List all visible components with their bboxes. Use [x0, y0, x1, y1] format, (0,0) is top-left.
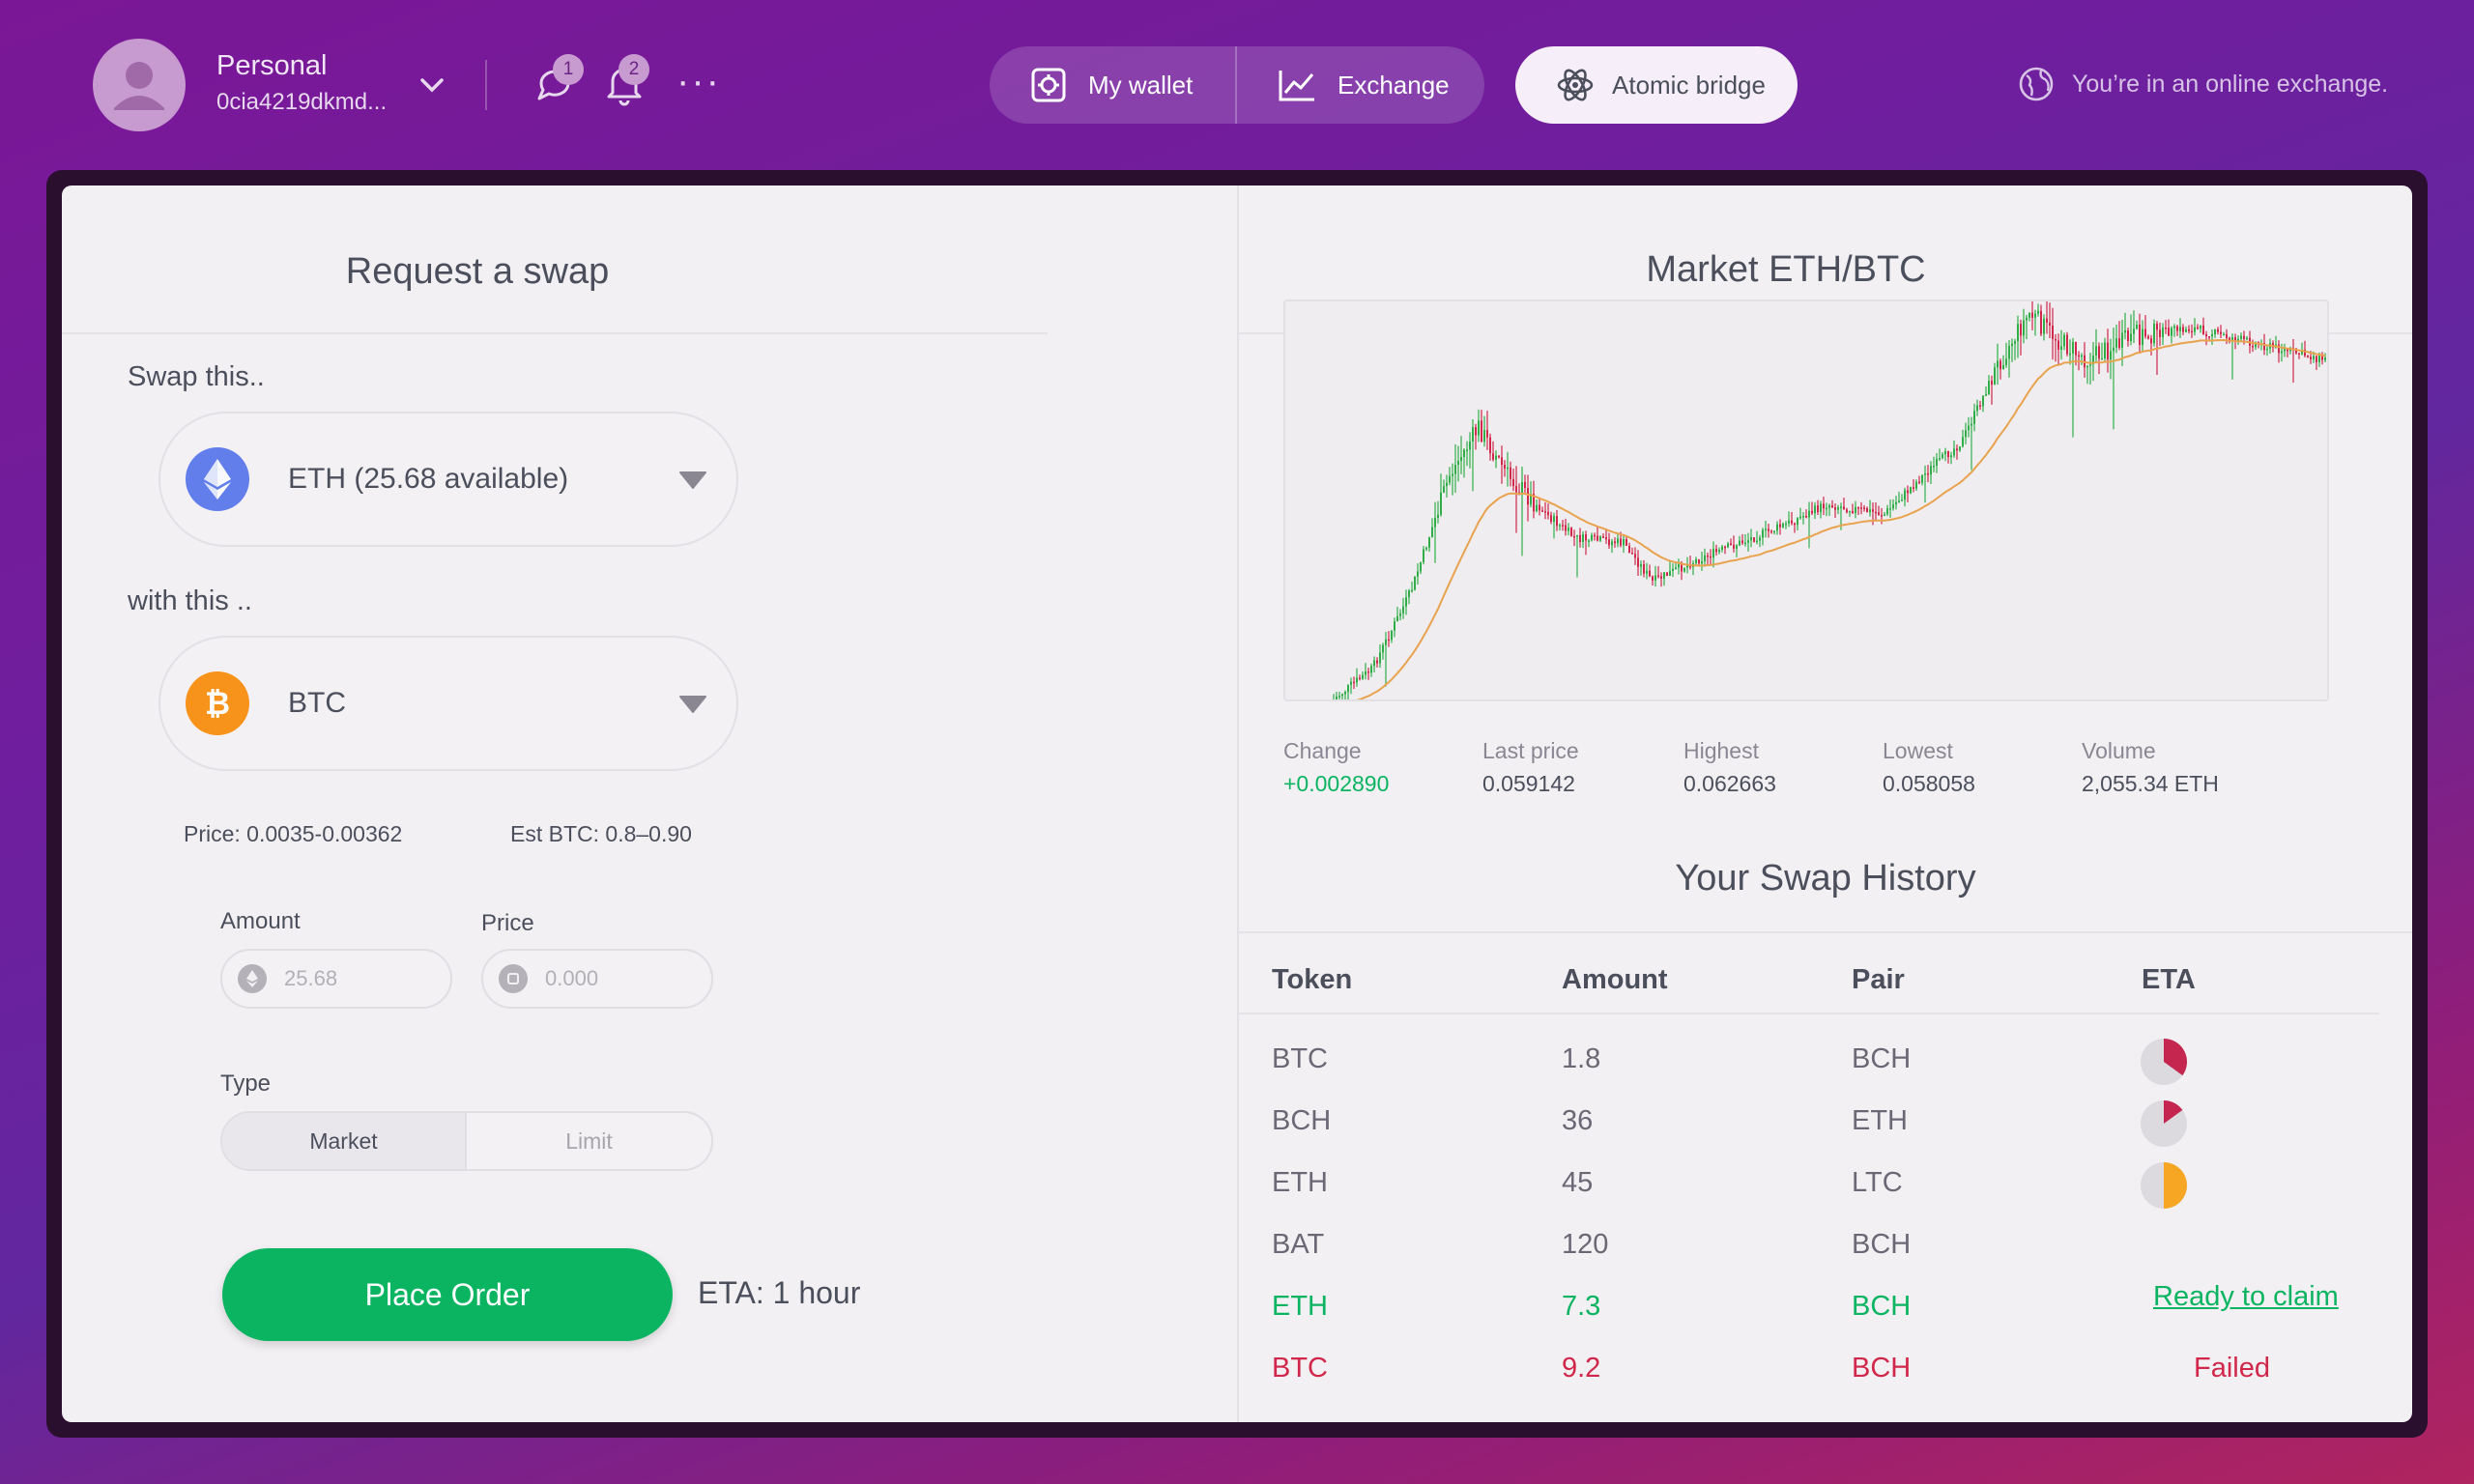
atom-icon: [1557, 69, 1594, 101]
exchange-label: Exchange: [1338, 70, 1450, 100]
failed-status: Failed: [2194, 1353, 2270, 1384]
amount-field[interactable]: [220, 949, 452, 1009]
divider: [62, 332, 1048, 334]
online-status: You’re in an online exchange.: [2018, 66, 2388, 102]
price-info: Price: 0.0035-0.00362: [184, 821, 403, 846]
stat-value: 0.062663: [1683, 771, 1776, 796]
stat-value: 0.058058: [1883, 771, 1975, 796]
price-field[interactable]: [481, 949, 713, 1009]
limit-option[interactable]: Limit: [467, 1113, 711, 1169]
header-pair: Pair: [1852, 964, 1905, 995]
cell-token: BTC: [1272, 1043, 1328, 1074]
atomic-bridge-button[interactable]: Atomic bridge: [1515, 46, 1798, 124]
cell-pair: BCH: [1852, 1291, 1912, 1322]
chevron-down-icon[interactable]: [417, 73, 446, 97]
header-eta: ETA: [2142, 964, 2196, 995]
cell-amount: 7.3: [1562, 1291, 1601, 1322]
est-btc-info: Est BTC: 0.8–0.90: [510, 821, 692, 846]
cell-token: BCH: [1272, 1105, 1332, 1136]
amount-label: Amount: [220, 908, 301, 934]
stat-label: Last price: [1482, 738, 1579, 763]
exchange-button[interactable]: Exchange: [1237, 46, 1484, 124]
cell-pair: BCH: [1852, 1043, 1912, 1074]
swap-to-value: BTC: [288, 687, 346, 719]
user-icon: [114, 62, 164, 110]
amount-input[interactable]: [284, 966, 429, 991]
cell-token: BTC: [1272, 1353, 1328, 1384]
vault-icon: [1031, 68, 1066, 102]
eta-progress-icon: [2141, 1100, 2187, 1147]
messages-badge: 1: [553, 54, 584, 85]
stat-label: Volume: [2082, 738, 2156, 763]
stat-label: Change: [1283, 738, 1362, 763]
swap-to-select[interactable]: ₿ BTC: [158, 636, 738, 771]
stat-value: 2,055.34 ETH: [2082, 771, 2219, 796]
place-order-button[interactable]: Place Order: [222, 1248, 673, 1341]
cell-amount: 120: [1562, 1229, 1609, 1260]
cell-amount: 9.2: [1562, 1353, 1601, 1384]
ready-to-claim-link[interactable]: Ready to claim: [2153, 1281, 2339, 1313]
eth-icon: [186, 447, 249, 511]
currency-icon: [499, 964, 528, 993]
stat-label: Highest: [1683, 738, 1759, 763]
stat-value: +0.002890: [1283, 771, 1390, 796]
stat-value: 0.059142: [1482, 771, 1575, 796]
cell-token: ETH: [1272, 1167, 1328, 1198]
caret-down-icon: [679, 471, 706, 489]
eta-progress-icon: [2141, 1162, 2187, 1209]
eta-progress-icon: [2141, 1039, 2188, 1085]
chart-line-icon: [1279, 71, 1314, 101]
price-chart[interactable]: [1283, 300, 2329, 701]
my-wallet-button[interactable]: My wallet: [990, 46, 1237, 124]
online-status-text: You’re in an online exchange.: [2072, 70, 2389, 98]
price-input[interactable]: [545, 966, 690, 991]
header-amount: Amount: [1562, 964, 1668, 995]
eth-icon: [238, 964, 267, 993]
divider: [1239, 1013, 2379, 1014]
more-icon[interactable]: ···: [676, 60, 721, 103]
stat-label: Lowest: [1883, 738, 1953, 763]
divider: [485, 60, 487, 110]
top-bar: Personal 0cia4219dkmd... 1 2 ··· My wall…: [0, 0, 2474, 170]
cell-pair: BCH: [1852, 1229, 1912, 1260]
cell-pair: BCH: [1852, 1353, 1912, 1384]
my-wallet-label: My wallet: [1088, 70, 1194, 100]
swap-this-label: Swap this..: [128, 361, 265, 392]
cell-token: BAT: [1272, 1229, 1325, 1260]
request-swap-title: Request a swap: [345, 251, 610, 292]
account-id: 0cia4219dkmd...: [216, 89, 388, 115]
swap-from-value: ETH (25.68 available): [288, 463, 569, 495]
cell-pair: ETH: [1852, 1105, 1908, 1136]
account-name: Personal: [216, 50, 328, 81]
globe-icon: [2019, 67, 2054, 101]
type-label: Type: [220, 1070, 272, 1097]
price-chart-canvas: [1333, 301, 2326, 699]
column-divider: [1237, 186, 1239, 1422]
header-token: Token: [1272, 964, 1353, 995]
swap-from-select[interactable]: ETH (25.68 available): [158, 412, 738, 547]
avatar[interactable]: [93, 39, 186, 131]
atomic-bridge-label: Atomic bridge: [1612, 70, 1766, 100]
caret-down-icon: [679, 696, 706, 713]
cell-token: ETH: [1272, 1291, 1328, 1322]
swap-history-title: Your Swap History: [1675, 858, 1976, 899]
nav-group: My wallet Exchange: [990, 46, 1484, 124]
cell-amount: 45: [1562, 1167, 1594, 1198]
market-option[interactable]: Market: [222, 1113, 467, 1169]
cell-pair: LTC: [1852, 1167, 1903, 1198]
order-type-toggle: Market Limit: [220, 1111, 713, 1171]
notifications-badge: 2: [618, 54, 649, 85]
eta-note: ETA: 1 hour: [698, 1275, 861, 1310]
svg-text:₿: ₿: [205, 685, 230, 722]
divider: [1239, 931, 2412, 933]
with-this-label: with this ..: [128, 585, 252, 616]
price-label: Price: [481, 910, 534, 936]
btc-icon: ₿: [186, 671, 249, 735]
main-panel: Request a swap Swap this.. ETH (25.68 av…: [62, 186, 2412, 1422]
market-title: Market ETH/BTC: [1646, 249, 1926, 290]
cell-amount: 36: [1562, 1105, 1594, 1136]
cell-amount: 1.8: [1562, 1043, 1601, 1074]
